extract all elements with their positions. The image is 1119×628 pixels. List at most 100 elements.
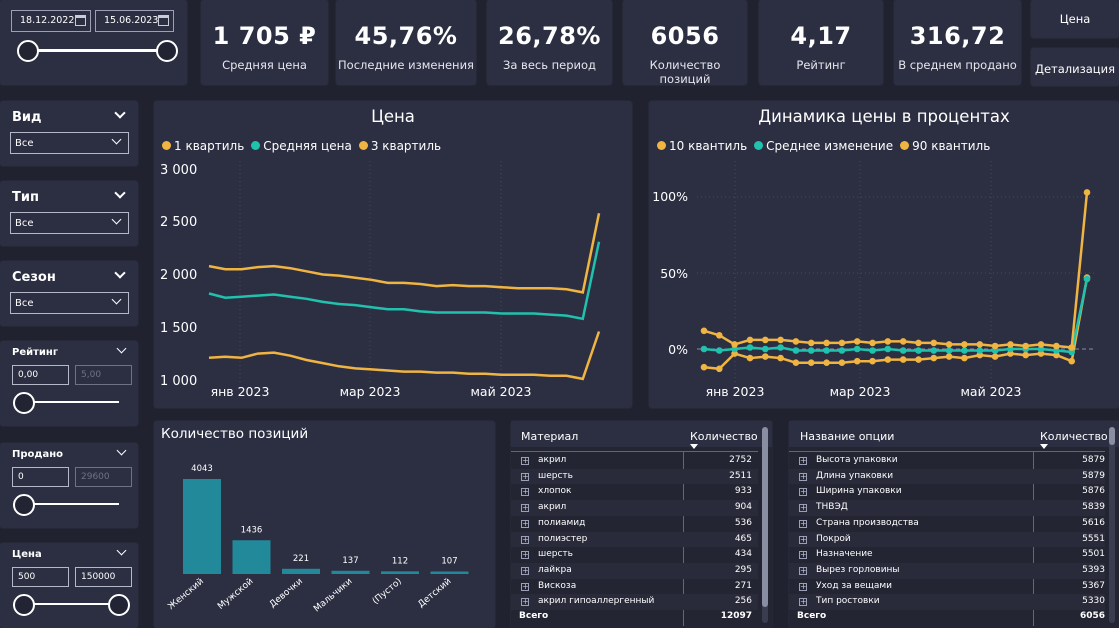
rating-min-input[interactable]: 0,00	[12, 365, 69, 385]
column-header-count[interactable]: Количество	[690, 430, 758, 443]
bar[interactable]	[381, 571, 419, 574]
series-line-1[interactable]	[703, 277, 1089, 371]
series-point[interactable]	[991, 353, 999, 360]
series-point[interactable]	[899, 338, 907, 345]
bar[interactable]	[183, 479, 221, 574]
series-point[interactable]	[884, 338, 892, 345]
date-slider-start-handle[interactable]	[17, 40, 39, 62]
sold-min-input[interactable]: 0	[12, 467, 69, 487]
tip-dropdown[interactable]: Все	[10, 212, 129, 234]
chevron-down-icon[interactable]	[114, 107, 126, 119]
bar[interactable]	[331, 570, 370, 574]
table-row[interactable]: + Назначение 5501	[789, 547, 1105, 563]
table-row[interactable]: + Тип ростовки 5330	[789, 594, 1105, 610]
series-point[interactable]	[746, 354, 754, 362]
expand-icon[interactable]: +	[799, 582, 807, 591]
expand-icon[interactable]: +	[799, 535, 807, 544]
table-row[interactable]: + Покрой 5551	[789, 531, 1105, 548]
series-point[interactable]	[777, 336, 784, 344]
series-point[interactable]	[807, 359, 815, 367]
series-point[interactable]	[792, 338, 800, 345]
expand-icon[interactable]: +	[799, 488, 807, 497]
series-point[interactable]	[991, 342, 999, 350]
expand-icon[interactable]: +	[799, 457, 807, 465]
table-row[interactable]: + акрил 2752	[511, 453, 758, 469]
series-point[interactable]	[945, 347, 953, 354]
series-point[interactable]	[807, 339, 815, 347]
series-point[interactable]	[853, 338, 861, 345]
date-slider-track[interactable]	[28, 49, 168, 52]
series-point[interactable]	[976, 347, 984, 354]
table-row[interactable]: + Ширина упаковки 5876	[789, 484, 1105, 500]
series-point[interactable]	[869, 347, 876, 354]
series-point[interactable]	[915, 339, 922, 347]
price-min-input[interactable]: 500	[12, 567, 69, 587]
price-slider-start-handle[interactable]	[13, 594, 35, 616]
price-max-input[interactable]: 150000	[75, 567, 132, 587]
expand-icon[interactable]: +	[521, 488, 529, 497]
table-row[interactable]: + акрил 904	[511, 500, 758, 516]
series-line-2[interactable]	[208, 241, 601, 321]
series-line-3[interactable]	[703, 192, 1089, 349]
series-point[interactable]	[1022, 351, 1029, 359]
series-point[interactable]	[762, 353, 769, 360]
series-point[interactable]	[792, 359, 800, 367]
series-point[interactable]	[838, 347, 846, 354]
expand-icon[interactable]: +	[799, 566, 807, 575]
bar[interactable]	[232, 540, 271, 574]
table-row[interactable]: + Страна производства 5616	[789, 516, 1105, 532]
series-point[interactable]	[823, 339, 830, 347]
expand-icon[interactable]: +	[799, 519, 807, 528]
table-row[interactable]: + хлопок 933	[511, 484, 758, 500]
series-line-3[interactable]	[208, 213, 601, 294]
rating-max-input[interactable]: 5,00	[75, 365, 132, 385]
series-point[interactable]	[1083, 275, 1091, 283]
sezon-dropdown[interactable]: Все	[10, 292, 129, 314]
table-row[interactable]: + Вырез горловины 5393	[789, 562, 1105, 579]
series-point[interactable]	[869, 357, 876, 365]
expand-icon[interactable]: +	[799, 472, 807, 481]
column-header-count[interactable]: Количество	[1040, 430, 1108, 443]
series-point[interactable]	[961, 347, 968, 354]
series-point[interactable]	[884, 356, 892, 363]
series-point[interactable]	[838, 359, 846, 367]
sold-max-input[interactable]: 29600	[75, 467, 132, 487]
expand-icon[interactable]: +	[521, 535, 529, 544]
series-point[interactable]	[716, 347, 723, 354]
series-point[interactable]	[716, 365, 723, 373]
price-page-button[interactable]: Цена	[1031, 0, 1119, 38]
price-slider-track[interactable]	[24, 603, 119, 605]
scrollbar-thumb[interactable]	[1109, 427, 1115, 445]
table-row[interactable]: + Длина упаковки 5879	[789, 468, 1105, 485]
series-point[interactable]	[915, 356, 922, 363]
series-point[interactable]	[853, 357, 861, 365]
date-to-input[interactable]: 15.06.2023	[95, 10, 174, 32]
series-point[interactable]	[700, 345, 708, 353]
rating-slider-handle[interactable]	[13, 392, 35, 414]
chevron-down-icon[interactable]	[116, 445, 127, 456]
series-point[interactable]	[777, 344, 784, 351]
chevron-down-icon[interactable]	[116, 343, 127, 354]
bar[interactable]	[282, 568, 320, 574]
calendar-icon[interactable]	[75, 15, 86, 26]
series-point[interactable]	[792, 347, 800, 354]
price-slider-end-handle[interactable]	[108, 594, 130, 616]
series-point[interactable]	[746, 336, 754, 344]
series-point[interactable]	[731, 341, 738, 348]
series-point[interactable]	[961, 341, 968, 348]
expand-icon[interactable]: +	[521, 472, 529, 481]
series-point[interactable]	[716, 332, 723, 339]
series-point[interactable]	[1022, 342, 1029, 350]
rating-slider-track[interactable]	[24, 401, 119, 403]
table-row[interactable]: + полиамид 536	[511, 516, 758, 532]
expand-icon[interactable]: +	[521, 598, 529, 607]
expand-icon[interactable]: +	[521, 519, 529, 528]
series-point[interactable]	[1037, 341, 1045, 348]
details-page-button[interactable]: Детализация	[1031, 48, 1119, 86]
expand-icon[interactable]: +	[799, 504, 807, 513]
expand-icon[interactable]: +	[521, 566, 529, 575]
chevron-down-icon[interactable]	[114, 187, 126, 199]
series-point[interactable]	[899, 347, 907, 354]
expand-icon[interactable]: +	[521, 551, 529, 560]
sort-desc-icon[interactable]	[1040, 444, 1048, 449]
